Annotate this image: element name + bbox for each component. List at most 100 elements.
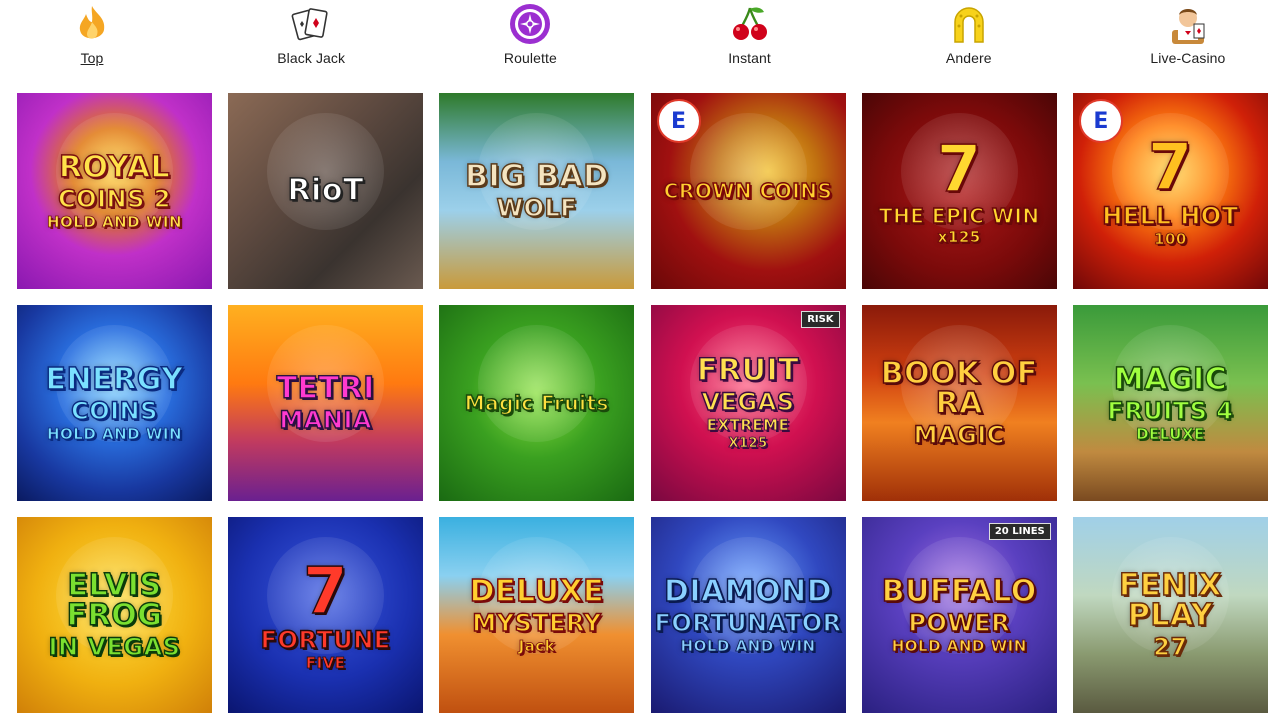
game-title-line: ROYAL bbox=[58, 149, 171, 185]
game-title-line: BOOK OF RA bbox=[880, 356, 1038, 421]
game-title: ROYAL COINS 2 HOLD AND WIN bbox=[17, 149, 212, 231]
game-title-line: CROWN COINS bbox=[663, 179, 833, 203]
game-title-line: HOLD AND WIN bbox=[680, 636, 816, 655]
game-title: BOOK OF RA MAGIC bbox=[862, 356, 1057, 448]
game-title-line: MANIA bbox=[279, 406, 372, 434]
category-label: Black Jack bbox=[277, 50, 346, 66]
game-title-line: DELUXE bbox=[469, 573, 605, 609]
tile-artwork bbox=[478, 324, 596, 443]
game-tile[interactable]: BIG BAD WOLF bbox=[439, 93, 635, 289]
game-tile[interactable]: E CROWN COINS bbox=[650, 93, 846, 289]
game-title-line: MAGIC bbox=[1113, 361, 1228, 397]
game-title-line: BUFFALO bbox=[881, 573, 1037, 609]
game-title-line: WOLF bbox=[496, 194, 578, 222]
game-title-line: HELL HOT bbox=[1102, 201, 1239, 230]
game-title: DIAMOND FORTUNATOR HOLD AND WIN bbox=[651, 573, 846, 655]
category-black-jack[interactable]: Black Jack bbox=[236, 0, 386, 80]
game-title-line: FENIX PLAY bbox=[1118, 568, 1222, 633]
category-roulette[interactable]: Roulette bbox=[455, 0, 605, 80]
game-title-line: 7 bbox=[936, 132, 982, 207]
game-tile[interactable]: DELUXE MYSTERY Jack bbox=[439, 517, 635, 713]
game-title: 7 HELL HOT 100 bbox=[1073, 130, 1268, 248]
category-label: Instant bbox=[728, 50, 771, 66]
game-title-line: FRUITS 4 bbox=[1107, 396, 1234, 425]
game-title-line: FRUIT bbox=[696, 353, 800, 388]
game-title-line: IN VEGAS bbox=[48, 633, 181, 661]
game-title: TETRI MANIA bbox=[228, 373, 423, 434]
games-grid: ROYAL COINS 2 HOLD AND WIN RioT BIG BAD WOLF E… bbox=[17, 93, 1268, 713]
game-title: 7 THE EPIC WIN x125 bbox=[862, 132, 1057, 246]
dealer-icon bbox=[1165, 1, 1211, 47]
game-title-line: x125 bbox=[937, 227, 981, 246]
tile-badge: E bbox=[1078, 99, 1123, 143]
horseshoe-icon bbox=[946, 1, 992, 47]
game-title-line: MYSTERY bbox=[471, 608, 602, 637]
game-title-line: DIAMOND bbox=[663, 573, 833, 609]
game-title-line: 7 bbox=[1147, 130, 1193, 205]
game-title-line: FORTUNE bbox=[260, 625, 391, 654]
game-title-line: ELVIS FROG bbox=[66, 568, 163, 633]
game-tile[interactable]: ROYAL COINS 2 HOLD AND WIN bbox=[17, 93, 212, 289]
game-tile[interactable]: 7 THE EPIC WIN x125 bbox=[861, 93, 1057, 289]
category-top[interactable]: Top bbox=[17, 0, 167, 80]
playing-cards-icon bbox=[288, 1, 334, 47]
game-title: BUFFALO POWER HOLD AND WIN bbox=[862, 573, 1057, 655]
game-title: CROWN COINS bbox=[651, 179, 846, 203]
tile-artwork bbox=[689, 112, 807, 231]
game-title-line: COINS 2 bbox=[57, 184, 171, 213]
game-title: FRUIT VEGAS EXTREME X125 bbox=[651, 353, 846, 451]
tile-artwork bbox=[267, 112, 385, 231]
category-label: Live-Casino bbox=[1150, 50, 1226, 66]
game-tile[interactable]: RISK FRUIT VEGAS EXTREME X125 bbox=[650, 305, 846, 501]
category-label: Top bbox=[80, 50, 104, 66]
game-title: RioT bbox=[228, 175, 423, 206]
tile-badge: 20 LINES bbox=[988, 523, 1051, 540]
game-tile[interactable]: 20 LINES BUFFALO POWER HOLD AND WIN bbox=[861, 517, 1057, 713]
game-tile[interactable]: E 7 HELL HOT 100 bbox=[1072, 93, 1268, 289]
tile-badge: RISK bbox=[801, 311, 840, 328]
game-tile[interactable]: DIAMOND FORTUNATOR HOLD AND WIN bbox=[650, 517, 846, 713]
game-tile[interactable]: Magic Fruits bbox=[439, 305, 635, 501]
game-tile[interactable]: TETRI MANIA bbox=[228, 305, 424, 501]
game-title: 7 FORTUNE FIVE bbox=[228, 554, 423, 672]
game-title: MAGIC FRUITS 4 DELUXE bbox=[1073, 361, 1268, 443]
flame-icon bbox=[69, 1, 115, 47]
game-tile[interactable]: BOOK OF RA MAGIC bbox=[861, 305, 1057, 501]
category-live-casino[interactable]: Live-Casino bbox=[1113, 0, 1263, 80]
game-title: FENIX PLAY 27 bbox=[1073, 568, 1268, 661]
game-tile[interactable]: RioT bbox=[228, 93, 424, 289]
tile-badge: E bbox=[656, 99, 701, 143]
game-title-line: ENERGY bbox=[45, 361, 184, 397]
game-title: ENERGY COINS HOLD AND WIN bbox=[17, 361, 212, 443]
game-title-line: FORTUNATOR bbox=[654, 608, 842, 637]
game-title-line: BIG BAD bbox=[464, 159, 609, 194]
game-title-line: HOLD AND WIN bbox=[46, 212, 183, 231]
game-tile[interactable]: 7 FORTUNE FIVE bbox=[228, 517, 424, 713]
game-title-line: X125 bbox=[728, 436, 768, 451]
game-title: BIG BAD WOLF bbox=[439, 159, 634, 222]
game-title-line: FIVE bbox=[305, 653, 346, 672]
game-tile[interactable]: ELVIS FROG IN VEGAS bbox=[17, 517, 212, 713]
game-title-line: 100 bbox=[1154, 229, 1187, 248]
game-tile[interactable]: MAGIC FRUITS 4 DELUXE bbox=[1072, 305, 1268, 501]
game-title-line: DELUXE bbox=[1136, 424, 1205, 443]
game-title-line: POWER bbox=[908, 608, 1011, 637]
category-instant[interactable]: Instant bbox=[675, 0, 825, 80]
game-title-line: 7 bbox=[302, 554, 349, 629]
game-title: Magic Fruits bbox=[439, 391, 634, 415]
game-title-line: HOLD AND WIN bbox=[891, 636, 1027, 655]
category-label: Andere bbox=[945, 50, 992, 66]
game-title-line: 27 bbox=[1153, 633, 1188, 661]
game-title-line: Magic Fruits bbox=[464, 391, 609, 415]
roulette-icon bbox=[507, 1, 553, 47]
game-title-line: Jack bbox=[518, 636, 556, 655]
game-tile[interactable]: ENERGY COINS HOLD AND WIN bbox=[17, 305, 212, 501]
cherries-icon bbox=[727, 1, 773, 47]
game-tile[interactable]: FENIX PLAY 27 bbox=[1072, 517, 1268, 713]
game-title: DELUXE MYSTERY Jack bbox=[439, 573, 634, 655]
game-title: ELVIS FROG IN VEGAS bbox=[17, 568, 212, 661]
game-title-line: HOLD AND WIN bbox=[46, 424, 183, 443]
game-title-line: VEGAS bbox=[701, 388, 795, 416]
game-title-line: EXTREME bbox=[706, 416, 790, 434]
category-andere[interactable]: Andere bbox=[894, 0, 1044, 80]
